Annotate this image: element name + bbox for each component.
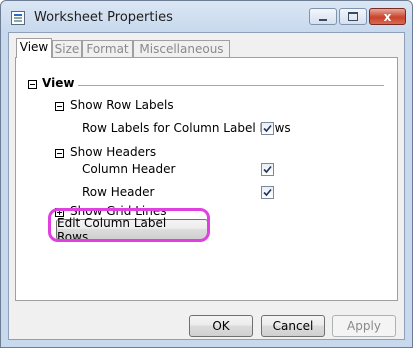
checkmark-icon [263, 165, 272, 174]
group-show-headers: Show Headers [70, 145, 157, 159]
tab-panel-view: View Show Row Labels Row Labels for Colu… [15, 57, 398, 301]
tab-format[interactable]: Format [82, 40, 133, 57]
collapse-view-icon[interactable] [28, 80, 37, 89]
maximize-button[interactable] [339, 8, 367, 25]
minimize-icon [319, 18, 327, 21]
checkmark-icon [263, 188, 272, 197]
row-header-checkbox[interactable] [261, 186, 274, 199]
dialog-client-area: View Size Format Miscellaneous View Show… [8, 32, 405, 340]
tab-view[interactable]: View [16, 38, 52, 58]
apply-button[interactable]: Apply [332, 315, 396, 337]
row-labels-for-column-label-rows-checkbox[interactable] [261, 122, 274, 135]
collapse-show-headers-icon[interactable] [55, 149, 64, 158]
maximize-icon [348, 12, 358, 21]
cancel-button[interactable]: Cancel [261, 315, 325, 337]
checkmark-icon [263, 124, 272, 133]
highlight-annotation-ring [48, 208, 210, 242]
section-view-label: View [42, 76, 75, 90]
dialog-window: Worksheet Properties x View Size Format … [0, 0, 413, 348]
close-button[interactable]: x [369, 8, 406, 25]
column-header-checkbox[interactable] [261, 163, 274, 176]
column-header-label: Column Header [82, 162, 176, 176]
worksheet-app-icon [11, 11, 25, 25]
section-divider [78, 85, 384, 86]
collapse-show-row-labels-icon[interactable] [55, 102, 64, 111]
tab-miscellaneous[interactable]: Miscellaneous [133, 40, 230, 57]
minimize-button[interactable] [309, 8, 337, 25]
close-icon: x [383, 9, 392, 24]
tab-size[interactable]: Size [52, 40, 82, 57]
ok-button[interactable]: OK [189, 315, 253, 337]
row-header-label: Row Header [82, 185, 155, 199]
row-labels-for-column-label-rows-label: Row Labels for Column Label Rows [82, 121, 291, 135]
window-title: Worksheet Properties [34, 10, 173, 25]
title-bar[interactable]: Worksheet Properties x [1, 1, 412, 35]
group-show-row-labels: Show Row Labels [70, 98, 174, 112]
